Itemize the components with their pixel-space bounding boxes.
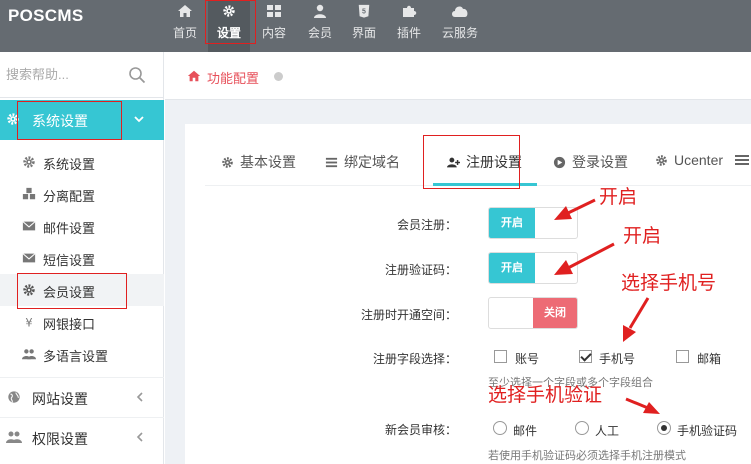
app-root: POSCMS 首页 设置 内容 会员 5 界面 插件 云服务 搜索帮助... 系… — [0, 0, 751, 464]
annotation-arrows — [554, 198, 660, 414]
